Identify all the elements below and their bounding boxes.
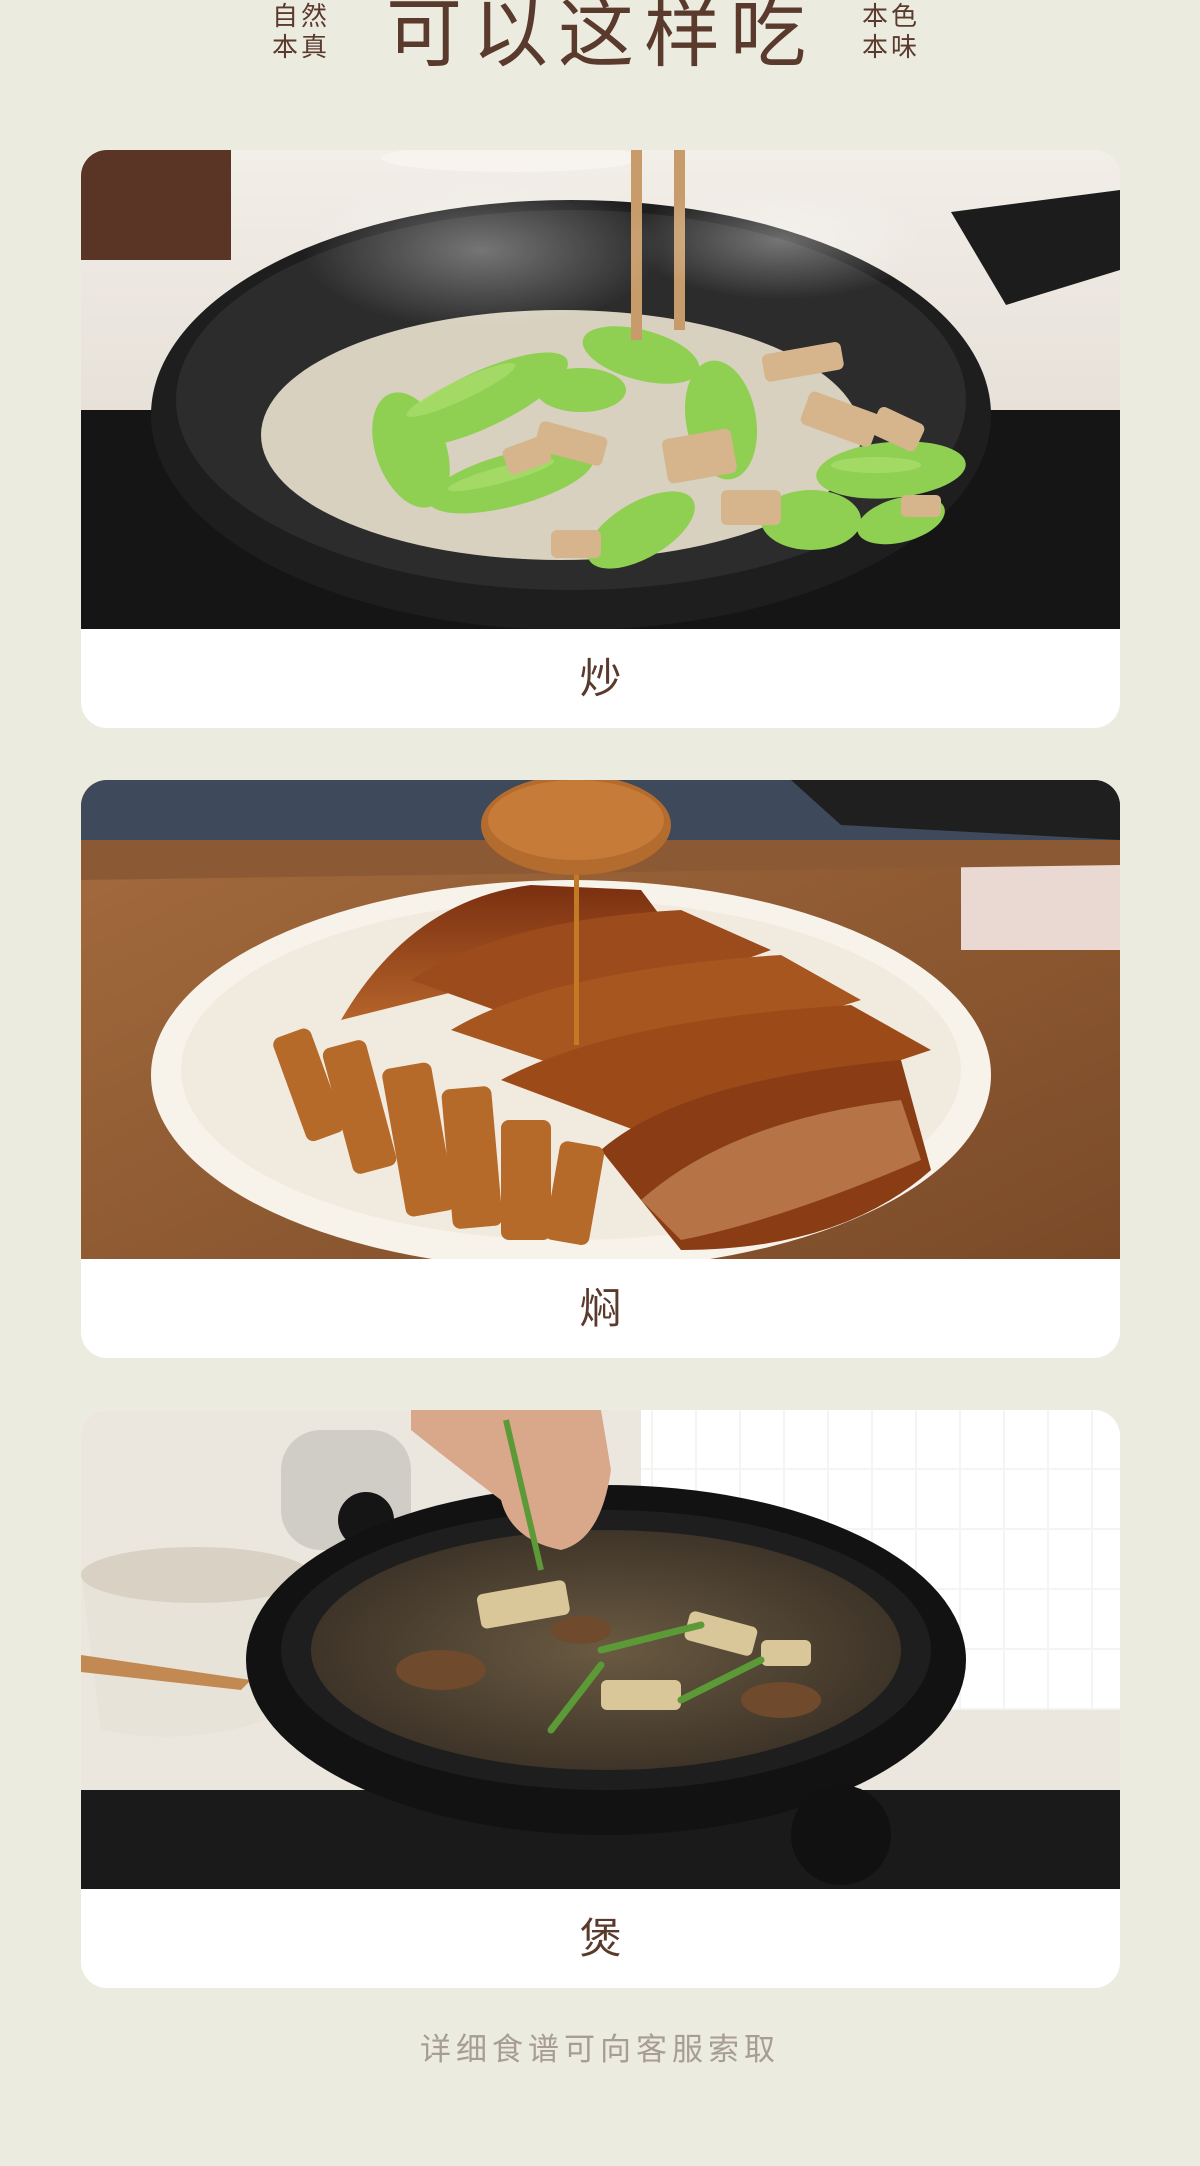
- claypot-label: 煲: [579, 1914, 622, 1963]
- right-slogan-line-2: 本味: [862, 33, 921, 63]
- stir-fry-photo: [81, 150, 1120, 629]
- recipe-card-claypot[interactable]: 煲: [81, 1410, 1120, 1988]
- braise-photo: [81, 780, 1120, 1259]
- right-slogan: 本色 本味: [862, 2, 942, 64]
- page-title: 可以这样吃: [386, 0, 816, 78]
- right-slogan-line-1: 本色: [862, 2, 921, 32]
- recipe-card-stir-fry[interactable]: 炒: [81, 150, 1120, 728]
- braise-label: 焖: [579, 1284, 622, 1333]
- left-slogan-line-2: 本真: [272, 33, 331, 63]
- recipe-request-note: 详细食谱可向客服索取: [420, 2032, 780, 2068]
- stir-fry-label: 炒: [579, 654, 622, 703]
- left-slogan: 自然 本真: [272, 2, 352, 64]
- left-slogan-line-1: 自然: [272, 2, 331, 32]
- claypot-photo: [81, 1410, 1120, 1889]
- recipe-card-braise[interactable]: 焖: [81, 780, 1120, 1358]
- page-header: 自然 本真 可以这样吃 本色 本味: [0, 0, 1200, 90]
